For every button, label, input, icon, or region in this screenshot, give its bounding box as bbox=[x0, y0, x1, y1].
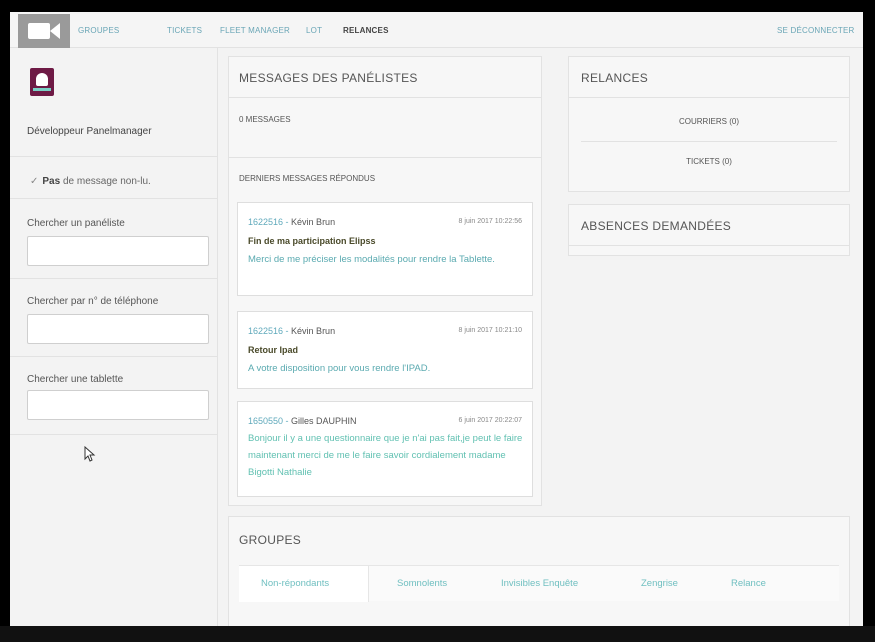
check-icon: ✓ bbox=[30, 176, 39, 187]
nav-relances[interactable]: RELANCES bbox=[343, 26, 389, 35]
search-phone-label: Chercher par n° de téléphone bbox=[27, 296, 159, 307]
avatar bbox=[30, 68, 54, 96]
relances-panel: RELANCES COURRIERS (0) TICKETS (0) bbox=[568, 56, 850, 192]
tab-somnolents[interactable]: Somnolents bbox=[397, 578, 447, 589]
search-panelist-label: Chercher un panéliste bbox=[27, 218, 125, 229]
search-tablet-input[interactable] bbox=[27, 390, 209, 420]
message-date: 6 juin 2017 20:22:07 bbox=[458, 417, 522, 424]
tab-invisibles-enquete[interactable]: Invisibles Enquête bbox=[501, 578, 578, 589]
screen-border bbox=[0, 626, 875, 642]
message-card[interactable]: 1650550 - Gilles DAUPHIN 6 juin 2017 20:… bbox=[237, 401, 533, 497]
message-card[interactable]: 1622516 - Kévin Brun 8 juin 2017 10:22:5… bbox=[237, 202, 533, 296]
sidebar: Développeur Panelmanager ✓ Pas de message… bbox=[10, 48, 218, 626]
avatar-figure-icon bbox=[36, 73, 48, 86]
message-body: A votre disposition pour vous rendre l'I… bbox=[248, 363, 431, 374]
message-author: Kévin Brun bbox=[291, 326, 336, 336]
search-phone-input[interactable] bbox=[27, 314, 209, 344]
tab-non-repondants[interactable]: Non-répondants bbox=[261, 578, 329, 589]
search-tablet-label: Chercher une tablette bbox=[27, 374, 124, 385]
tickets-link[interactable]: TICKETS (0) bbox=[569, 157, 849, 166]
video-camera-lens-icon bbox=[50, 23, 60, 39]
messages-title: MESSAGES DES PANÉLISTES bbox=[239, 71, 418, 85]
relances-title: RELANCES bbox=[581, 71, 649, 85]
message-date: 8 juin 2017 10:22:56 bbox=[458, 218, 522, 225]
messages-panel: MESSAGES DES PANÉLISTES 0 MESSAGES DERNI… bbox=[228, 56, 542, 506]
divider bbox=[581, 141, 837, 142]
groupes-panel: GROUPES Non-répondants Somnolents Invisi… bbox=[228, 516, 850, 626]
avatar-base bbox=[33, 88, 51, 91]
unread-status: ✓ Pas de message non-lu. bbox=[30, 176, 151, 187]
courriers-link[interactable]: COURRIERS (0) bbox=[569, 117, 849, 126]
divider bbox=[10, 198, 218, 199]
replied-title: DERNIERS MESSAGES RÉPONDUS bbox=[239, 174, 376, 183]
nav-tickets[interactable]: TICKETS bbox=[167, 26, 202, 35]
logo[interactable] bbox=[18, 14, 70, 48]
divider bbox=[569, 245, 849, 246]
message-subject: Fin de ma participation Elipss bbox=[248, 236, 376, 246]
message-date: 8 juin 2017 10:21:10 bbox=[458, 327, 522, 334]
message-subject: Retour Ipad bbox=[248, 345, 299, 355]
nav-groupes[interactable]: GROUPES bbox=[78, 26, 119, 35]
tab-zengrise[interactable]: Zengrise bbox=[641, 578, 678, 589]
nav-fleet-manager[interactable]: FLEET MANAGER bbox=[220, 26, 290, 35]
message-author: Kévin Brun bbox=[291, 217, 336, 227]
message-card[interactable]: 1622516 - Kévin Brun 8 juin 2017 10:21:1… bbox=[237, 311, 533, 389]
message-id[interactable]: 1622516 - Kévin Brun bbox=[248, 217, 335, 227]
groupes-title: GROUPES bbox=[239, 533, 302, 547]
top-nav: GROUPES TICKETS FLEET MANAGER LOT RELANC… bbox=[10, 12, 863, 48]
divider bbox=[569, 97, 849, 98]
divider bbox=[10, 356, 218, 357]
message-id[interactable]: 1650550 - Gilles DAUPHIN bbox=[248, 416, 357, 426]
divider bbox=[10, 156, 218, 157]
messages-count: 0 MESSAGES bbox=[239, 115, 291, 124]
message-author: Gilles DAUPHIN bbox=[291, 416, 357, 426]
divider bbox=[10, 434, 218, 435]
message-id[interactable]: 1622516 - Kévin Brun bbox=[248, 326, 335, 336]
tab-relance[interactable]: Relance bbox=[731, 578, 766, 589]
divider bbox=[10, 278, 218, 279]
user-name: Développeur Panelmanager bbox=[27, 126, 152, 137]
message-body: Merci de me préciser les modalités pour … bbox=[248, 254, 495, 265]
divider bbox=[229, 97, 541, 98]
divider bbox=[229, 157, 541, 158]
video-camera-icon bbox=[28, 23, 50, 39]
mouse-cursor-icon bbox=[84, 446, 96, 462]
groupes-tabs: Non-répondants Somnolents Invisibles Enq… bbox=[239, 565, 839, 602]
unread-text: de message non-lu. bbox=[62, 176, 151, 187]
nav-lot[interactable]: LOT bbox=[306, 26, 322, 35]
app-window: GROUPES TICKETS FLEET MANAGER LOT RELANC… bbox=[10, 12, 863, 626]
logout-link[interactable]: SE DÉCONNECTER bbox=[777, 26, 854, 35]
search-panelist-input[interactable] bbox=[27, 236, 209, 266]
absences-title: ABSENCES DEMANDÉES bbox=[581, 219, 732, 233]
unread-bold: Pas bbox=[42, 176, 61, 187]
message-body: Bonjour il y a une questionnaire que je … bbox=[248, 433, 523, 478]
absences-panel: ABSENCES DEMANDÉES bbox=[568, 204, 850, 256]
